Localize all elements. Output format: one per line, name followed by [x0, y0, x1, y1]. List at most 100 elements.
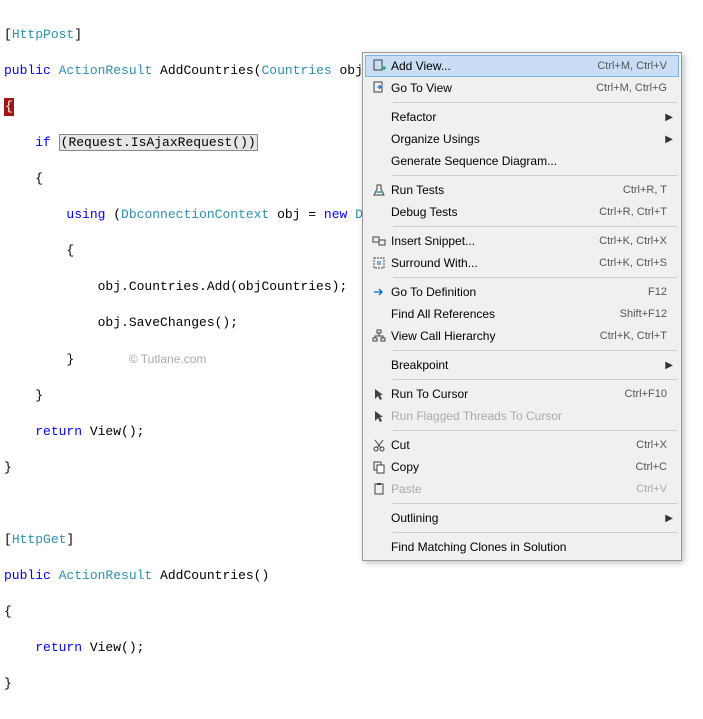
menu-item-go-to-definition[interactable]: Go To DefinitionF12	[365, 281, 679, 303]
kw-return: return	[35, 424, 82, 439]
kw-using: using	[66, 207, 105, 222]
menu-shortcut: Ctrl+M, Ctrl+V	[597, 60, 673, 72]
attribute-httppost: HttpPost	[12, 27, 74, 42]
kw-return: return	[35, 640, 82, 655]
kw-new: new	[324, 207, 347, 222]
brace: }	[4, 460, 12, 475]
doc-plus-icon	[367, 59, 391, 73]
menu-separator	[393, 102, 677, 103]
menu-label: Generate Sequence Diagram...	[391, 154, 673, 168]
goto-icon	[367, 285, 391, 299]
menu-item-view-call-hierarchy[interactable]: View Call HierarchyCtrl+K, Ctrl+T	[365, 325, 679, 347]
menu-label: Copy	[391, 460, 636, 474]
submenu-arrow-icon: ▶	[661, 134, 673, 145]
return-view: View();	[82, 424, 144, 439]
menu-shortcut: Ctrl+C	[636, 461, 673, 473]
type-countries: Countries	[261, 63, 331, 78]
menu-item-copy[interactable]: CopyCtrl+C	[365, 456, 679, 478]
menu-separator	[393, 430, 677, 431]
menu-item-go-to-view[interactable]: Go To ViewCtrl+M, Ctrl+G	[365, 77, 679, 99]
snippet-icon	[367, 234, 391, 248]
context-menu: Add View...Ctrl+M, Ctrl+VGo To ViewCtrl+…	[362, 52, 682, 561]
menu-label: Debug Tests	[391, 205, 599, 219]
menu-label: View Call Hierarchy	[391, 329, 600, 343]
paste-icon	[367, 482, 391, 496]
menu-item-generate-sequence-diagram[interactable]: Generate Sequence Diagram...	[365, 150, 679, 172]
menu-item-run-flagged-threads-to-cursor: Run Flagged Threads To Cursor	[365, 405, 679, 427]
menu-shortcut: Ctrl+V	[636, 483, 673, 495]
menu-separator	[393, 226, 677, 227]
selection-highlight: (Request.IsAjaxRequest())	[59, 134, 258, 151]
menu-shortcut: Ctrl+M, Ctrl+G	[596, 82, 673, 94]
bracket: [	[4, 27, 12, 42]
menu-item-run-to-cursor[interactable]: Run To CursorCtrl+F10	[365, 383, 679, 405]
attribute-httpget: HttpGet	[12, 532, 67, 547]
menu-label: Refactor	[391, 110, 661, 124]
menu-label: Find Matching Clones in Solution	[391, 540, 673, 554]
kw-if: if	[35, 135, 51, 150]
bracket: [	[4, 532, 12, 547]
menu-item-find-all-references[interactable]: Find All ReferencesShift+F12	[365, 303, 679, 325]
menu-label: Run Tests	[391, 183, 623, 197]
menu-label: Breakpoint	[391, 358, 661, 372]
menu-label: Find All References	[391, 307, 620, 321]
method-sig: AddCountries(	[152, 63, 261, 78]
menu-separator	[393, 277, 677, 278]
return-view: View();	[82, 640, 144, 655]
submenu-arrow-icon: ▶	[661, 360, 673, 371]
menu-separator	[393, 532, 677, 533]
menu-shortcut: Ctrl+K, Ctrl+X	[599, 235, 673, 247]
menu-item-outlining[interactable]: Outlining▶	[365, 507, 679, 529]
brace: {	[4, 243, 74, 258]
menu-separator	[393, 503, 677, 504]
type-actionresult: ActionResult	[59, 63, 153, 78]
menu-item-cut[interactable]: CutCtrl+X	[365, 434, 679, 456]
menu-item-run-tests[interactable]: Run TestsCtrl+R, T	[365, 179, 679, 201]
menu-label: Add View...	[391, 59, 597, 73]
menu-separator	[393, 379, 677, 380]
type-actionresult: ActionResult	[59, 568, 153, 583]
brace: {	[4, 171, 43, 186]
method-sig: AddCountries()	[152, 568, 269, 583]
menu-separator	[393, 350, 677, 351]
menu-label: Go To Definition	[391, 285, 648, 299]
menu-item-organize-usings[interactable]: Organize Usings▶	[365, 128, 679, 150]
menu-item-breakpoint[interactable]: Breakpoint▶	[365, 354, 679, 376]
menu-label: Cut	[391, 438, 636, 452]
kw-public: public	[4, 63, 51, 78]
bracket: ]	[66, 532, 74, 547]
brace: {	[4, 604, 12, 619]
hier-icon	[367, 329, 391, 343]
menu-label: Outlining	[391, 511, 661, 525]
cursor-icon	[367, 387, 391, 401]
menu-label: Run To Cursor	[391, 387, 625, 401]
menu-item-debug-tests[interactable]: Debug TestsCtrl+R, Ctrl+T	[365, 201, 679, 223]
menu-label: Insert Snippet...	[391, 234, 599, 248]
brace: }	[4, 352, 74, 367]
menu-shortcut: Ctrl+X	[636, 439, 673, 451]
watermark: © Tutlane.com	[129, 352, 207, 366]
menu-item-surround-with[interactable]: Surround With...Ctrl+K, Ctrl+S	[365, 252, 679, 274]
menu-label: Organize Usings	[391, 132, 661, 146]
stmt-save: obj.SaveChanges();	[4, 315, 238, 330]
menu-item-refactor[interactable]: Refactor▶	[365, 106, 679, 128]
copy-icon	[367, 460, 391, 474]
menu-item-paste: PasteCtrl+V	[365, 478, 679, 500]
submenu-arrow-icon: ▶	[661, 513, 673, 524]
menu-item-insert-snippet[interactable]: Insert Snippet...Ctrl+K, Ctrl+X	[365, 230, 679, 252]
brace-highlight: {	[4, 98, 14, 116]
menu-shortcut: F12	[648, 286, 673, 298]
menu-item-add-view[interactable]: Add View...Ctrl+M, Ctrl+V	[365, 55, 679, 77]
menu-item-find-matching-clones-in-solution[interactable]: Find Matching Clones in Solution	[365, 536, 679, 558]
bracket: ]	[74, 27, 82, 42]
menu-shortcut: Ctrl+F10	[625, 388, 674, 400]
menu-shortcut: Shift+F12	[620, 308, 673, 320]
menu-shortcut: Ctrl+R, Ctrl+T	[599, 206, 673, 218]
submenu-arrow-icon: ▶	[661, 112, 673, 123]
kw-public: public	[4, 568, 51, 583]
surround-icon	[367, 256, 391, 270]
cut-icon	[367, 438, 391, 452]
menu-shortcut: Ctrl+K, Ctrl+T	[600, 330, 673, 342]
menu-label: Run Flagged Threads To Cursor	[391, 409, 673, 423]
stmt-add: obj.Countries.Add(objCountries);	[4, 279, 347, 294]
